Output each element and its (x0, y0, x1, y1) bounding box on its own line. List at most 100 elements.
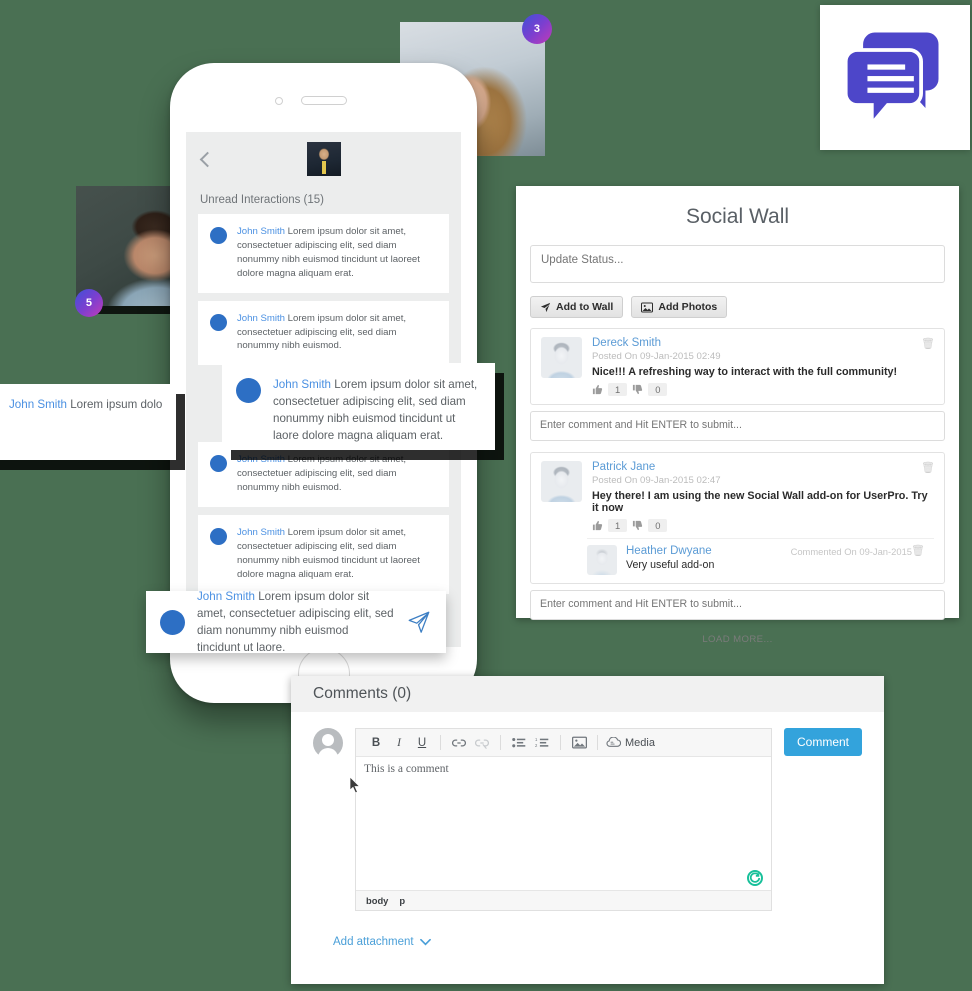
comment-composer: B I U 12 Media This is a comment body p … (291, 712, 884, 927)
like-count: 1 (608, 519, 628, 532)
path-tag[interactable]: p (399, 895, 405, 906)
canvas: 3 5 Unread Interactions (15) John Smith … (0, 0, 972, 991)
post-reactions: 1 0 (592, 383, 934, 396)
post-timestamp: Posted On 09-Jan-2015 02:49 (592, 351, 721, 362)
spellcheck-icon[interactable] (746, 870, 763, 886)
dislike-count: 0 (648, 383, 668, 396)
phone-camera-icon (275, 97, 283, 105)
avatar[interactable] (306, 142, 341, 176)
post-body: Nice!!! A refreshing way to interact wit… (592, 366, 898, 378)
dislike-count: 0 (648, 519, 668, 532)
list-item[interactable]: John Smith Lorem ipsum dolor sit amet, c… (198, 442, 449, 508)
message-text: John Smith Lorem ipsum dolor sit amet, c… (197, 588, 394, 657)
back-chevron-icon[interactable] (199, 151, 216, 168)
list-item[interactable]: John Smith Lorem ipsum dolor sit amet, c… (198, 214, 449, 293)
avatar[interactable] (541, 461, 582, 502)
mouse-cursor (349, 776, 361, 794)
bold-button[interactable]: B (366, 733, 386, 753)
message-author[interactable]: John Smith (9, 398, 67, 411)
message-author[interactable]: John Smith (237, 454, 285, 465)
message-author[interactable]: John Smith (273, 378, 331, 391)
path-body[interactable]: body (366, 895, 388, 906)
comment-input[interactable] (530, 411, 945, 441)
chevron-down-icon (419, 938, 431, 946)
avatar-dot (236, 378, 261, 403)
divider (440, 735, 441, 750)
comment-textarea[interactable]: This is a comment (356, 757, 771, 890)
floating-message-card[interactable]: John Smith Lorem ipsum dolor sit amet, c… (222, 363, 495, 450)
send-icon (540, 302, 551, 312)
rich-text-editor: B I U 12 Media This is a comment body p (355, 728, 772, 911)
list-item[interactable]: John Smith Lorem ipsum dolor sit amet, c… (198, 300, 449, 366)
add-photos-label: Add Photos (658, 301, 718, 313)
user-avatar-icon (313, 728, 343, 761)
media-label: Media (625, 736, 655, 749)
message-author[interactable]: John Smith (197, 590, 255, 603)
italic-button[interactable]: I (389, 733, 409, 753)
avatar-dot (160, 609, 185, 635)
message-text: John Smith Lorem ipsum dolor sit amet, c… (237, 225, 437, 281)
message-author[interactable]: John Smith (237, 313, 285, 324)
speech-bubbles-logo-tile (820, 5, 970, 150)
comment-body: Very useful add-on (626, 559, 715, 571)
load-more-button[interactable]: LOAD MORE... (530, 625, 945, 645)
message-body: Lorem ipsum dolor sit amet, consectetuer… (70, 398, 162, 411)
message-author[interactable]: John Smith (237, 527, 285, 538)
thumbs-up-icon[interactable] (592, 384, 603, 395)
social-wall-panel: Social Wall Add to Wall Add Photos 🗑 Der… (516, 186, 959, 645)
post-author[interactable]: Patrick Jane (592, 461, 934, 473)
unlink-icon[interactable] (472, 733, 492, 753)
thumbs-down-icon[interactable] (632, 520, 643, 531)
image-icon (641, 302, 654, 312)
send-icon[interactable] (406, 609, 432, 635)
editor-status-path: body p (356, 890, 771, 910)
post-author[interactable]: Dereck Smith (592, 337, 934, 349)
bulleted-list-icon[interactable] (509, 733, 529, 753)
post-comment: Heather Dwyane Very useful add-on Commen… (587, 538, 934, 575)
thumbs-up-icon[interactable] (592, 520, 603, 531)
numbered-list-icon[interactable]: 12 (532, 733, 552, 753)
comment-input[interactable] (530, 590, 945, 620)
post-body: Hey there! I am using the new Social Wal… (592, 490, 928, 514)
phone-speaker (300, 96, 347, 105)
add-to-wall-button[interactable]: Add to Wall (530, 296, 624, 318)
avatar[interactable] (541, 337, 582, 378)
unread-interactions-label: Unread Interactions (15) (200, 194, 325, 206)
comment-button[interactable]: Comment (783, 728, 862, 756)
post-reactions: 1 0 (592, 519, 934, 532)
svg-text:2: 2 (535, 743, 538, 748)
comments-header: Comments (0) (291, 676, 884, 712)
avatar-dot (210, 455, 227, 473)
add-attachment-label: Add attachment (333, 936, 414, 948)
svg-text:1: 1 (535, 737, 538, 742)
avatar[interactable] (587, 545, 617, 575)
floating-message-card-send[interactable]: John Smith Lorem ipsum dolor sit amet, c… (146, 590, 446, 654)
message-text: John Smith Lorem ipsum dolor sit amet, c… (9, 396, 162, 448)
media-button[interactable]: Media (606, 733, 655, 753)
thumbs-down-icon[interactable] (632, 384, 643, 395)
delete-icon[interactable]: 🗑 (921, 337, 935, 350)
update-status-input[interactable] (530, 245, 945, 283)
wall-actions: Add to Wall Add Photos (530, 296, 945, 318)
comments-panel: Comments (0) B I U 1 2 Media This is a c… (291, 676, 884, 984)
list-item[interactable]: John Smith Lorem ipsum dolor sit amet, c… (198, 515, 449, 594)
add-attachment-link[interactable]: Add attachment (333, 936, 884, 948)
post-header: Dereck Smith Posted On 09-Jan-2015 02:49… (541, 337, 934, 396)
message-text: John Smith Lorem ipsum dolor sit amet, c… (237, 312, 437, 354)
image-icon[interactable] (569, 733, 589, 753)
message-author[interactable]: John Smith (237, 226, 285, 237)
link-icon[interactable] (449, 733, 469, 753)
message-text: John Smith Lorem ipsum dolor sit amet, c… (273, 376, 481, 442)
message-text: John Smith Lorem ipsum dolor sit amet, c… (237, 453, 437, 495)
floating-message-card[interactable]: John Smith Lorem ipsum dolor sit amet, c… (0, 384, 176, 460)
post-header: Patrick Jane Posted On 09-Jan-2015 02:47… (541, 461, 934, 532)
screen-header (186, 132, 461, 194)
add-photos-button[interactable]: Add Photos (631, 296, 728, 318)
editor-toolbar: B I U 12 Media (356, 729, 771, 757)
divider (560, 735, 561, 750)
underline-button[interactable]: U (412, 733, 432, 753)
delete-icon[interactable]: 🗑 (911, 544, 925, 557)
message-text: John Smith Lorem ipsum dolor sit amet, c… (237, 526, 437, 582)
delete-icon[interactable]: 🗑 (921, 461, 935, 474)
avatar-dot (210, 528, 227, 546)
